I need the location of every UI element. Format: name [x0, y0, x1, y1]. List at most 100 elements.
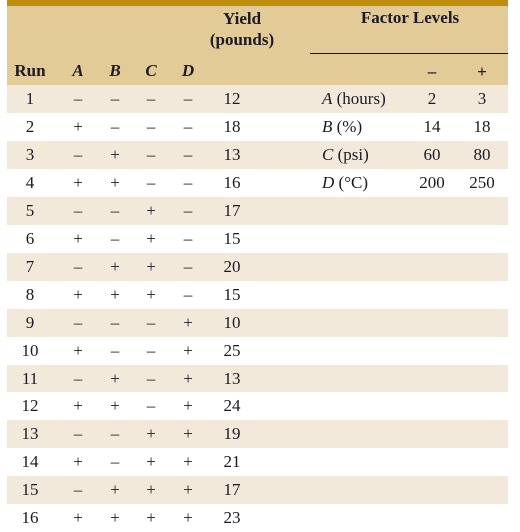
cell-f-a: +	[73, 284, 83, 304]
cell-f-c: –	[146, 340, 156, 360]
factorial-design-table: Yield (pounds) Factor Levels – + Run A B…	[0, 0, 520, 532]
cell-f-a: –	[73, 256, 83, 276]
cell-run: 13	[21, 424, 39, 444]
cell-f-b: +	[110, 480, 120, 500]
cell-f-b: –	[110, 89, 120, 108]
factor-level-high: 18	[473, 116, 491, 136]
cell-f-b: –	[110, 116, 120, 136]
cell-f-b: –	[110, 228, 120, 248]
cell-yield: 25	[223, 340, 241, 360]
cell-yield: 20	[223, 256, 241, 276]
cell-run: 11	[21, 368, 39, 388]
cell-f-c: –	[146, 396, 156, 416]
cell-f-d: –	[183, 172, 193, 192]
cell-run: 8	[25, 284, 35, 304]
cell-yield: 15	[223, 228, 241, 248]
cell-f-d: –	[183, 89, 193, 108]
factor-unit: (%)	[332, 116, 363, 136]
cell-yield: 24	[223, 396, 241, 416]
factor-b-column-header: B	[109, 61, 121, 80]
cell-f-c: –	[146, 172, 156, 192]
cell-run: 4	[25, 172, 35, 192]
cell-f-d: +	[183, 508, 193, 528]
cell-f-b: +	[110, 368, 120, 388]
cell-f-a: –	[73, 144, 83, 164]
cell-f-d: +	[183, 368, 193, 388]
yield-column-header: Yield (pounds)	[197, 8, 287, 50]
cell-f-d: –	[183, 116, 193, 136]
cell-f-b: –	[110, 200, 120, 220]
cell-f-a: –	[73, 312, 83, 332]
cell-yield: 13	[223, 144, 241, 164]
factor-symbol: D	[322, 172, 335, 192]
cell-f-c: +	[146, 424, 156, 444]
cell-yield: 16	[223, 172, 241, 192]
level-high-header: +	[477, 62, 487, 81]
cell-f-a: –	[73, 368, 83, 388]
cell-run: 5	[25, 200, 35, 220]
cell-yield: 15	[223, 284, 241, 304]
cell-f-a: +	[73, 116, 83, 136]
cell-f-b: +	[110, 256, 120, 276]
cell-f-d: +	[183, 396, 193, 416]
factor-levels-header: Factor Levels	[360, 8, 460, 27]
cell-run: 12	[21, 396, 39, 416]
cell-f-c: +	[146, 508, 156, 528]
cell-run: 15	[21, 480, 39, 500]
cell-run: 14	[21, 452, 39, 472]
cell-f-b: +	[110, 396, 120, 416]
cell-f-a: –	[73, 200, 83, 220]
factor-unit: (°C)	[334, 172, 368, 192]
cell-yield: 10	[223, 312, 241, 332]
cell-f-d: –	[183, 284, 193, 304]
factor-levels-rule	[310, 53, 508, 54]
cell-f-d: –	[183, 256, 193, 276]
cell-f-c: +	[146, 284, 156, 304]
cell-f-c: +	[146, 452, 156, 472]
cell-run: 7	[25, 256, 35, 276]
yield-header-line1: Yield	[222, 9, 262, 28]
factor-unit: (psi)	[333, 144, 369, 164]
cell-f-d: +	[183, 452, 193, 472]
cell-f-b: +	[110, 144, 120, 164]
cell-f-a: –	[73, 480, 83, 500]
cell-f-b: –	[110, 340, 120, 360]
cell-f-c: +	[146, 256, 156, 276]
cell-run: 1	[25, 89, 35, 108]
cell-f-d: +	[183, 312, 193, 332]
cell-f-d: –	[183, 228, 193, 248]
cell-yield: 13	[223, 368, 241, 388]
factor-symbol: C	[322, 144, 334, 164]
cell-f-a: +	[73, 172, 83, 192]
cell-run: 10	[21, 340, 39, 360]
factor-symbol: B	[322, 116, 333, 136]
cell-f-a: +	[73, 340, 83, 360]
cell-f-b: –	[110, 424, 120, 444]
cell-f-c: –	[146, 312, 156, 332]
cell-yield: 17	[223, 480, 241, 500]
cell-run: 16	[21, 508, 39, 528]
cell-f-c: +	[146, 228, 156, 248]
cell-run: 2	[25, 116, 35, 136]
cell-yield: 12	[223, 89, 241, 108]
factor-level-high: 250	[469, 172, 495, 192]
cell-f-d: +	[183, 340, 193, 360]
cell-f-c: –	[146, 368, 156, 388]
cell-f-a: +	[73, 396, 83, 416]
cell-f-a: +	[73, 508, 83, 528]
cell-f-a: –	[73, 424, 83, 444]
cell-yield: 19	[223, 424, 241, 444]
factor-a-column-header: A	[72, 61, 84, 80]
cell-f-c: –	[146, 116, 156, 136]
cell-f-d: –	[183, 144, 193, 164]
yield-header-line2: (pounds)	[209, 30, 275, 49]
cell-f-d: +	[183, 480, 193, 500]
cell-f-d: +	[183, 424, 193, 444]
cell-f-c: +	[146, 480, 156, 500]
factor-unit: (hours)	[332, 89, 386, 108]
factor-symbol: A	[322, 89, 333, 108]
cell-f-c: +	[146, 200, 156, 220]
cell-run: 9	[25, 312, 35, 332]
cell-f-a: –	[73, 89, 83, 108]
cell-f-c: –	[146, 89, 156, 108]
